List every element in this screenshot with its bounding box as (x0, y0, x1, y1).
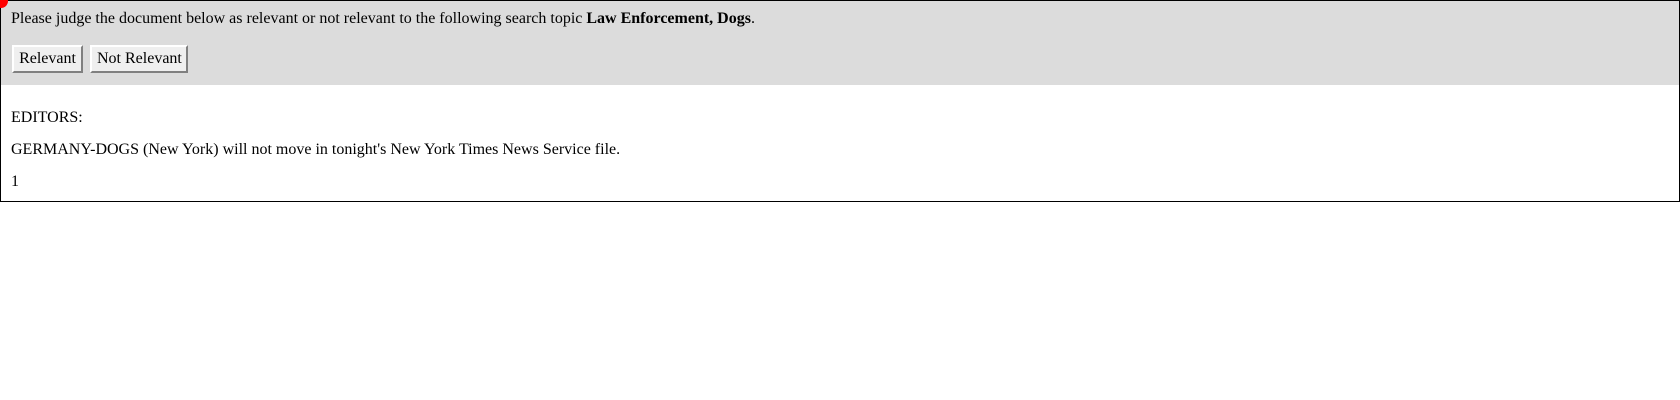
not-relevant-button[interactable]: Not Relevant (90, 45, 188, 73)
relevant-button[interactable]: Relevant (12, 45, 83, 73)
search-topic: Law Enforcement, Dogs (586, 10, 751, 27)
document-line: GERMANY-DOGS (New York) will not move in… (11, 141, 621, 158)
judgment-prompt: Please judge the document below as relev… (11, 10, 755, 28)
prompt-text: Please judge the document below as relev… (11, 10, 587, 27)
document-panel: EDITORS: GERMANY-DOGS (New York) will no… (0, 85, 1680, 202)
prompt-period: . (750, 10, 755, 27)
document-line: EDITORS: (11, 109, 83, 126)
document-line: 1 (11, 173, 19, 190)
judgment-panel: Please judge the document below as relev… (0, 0, 1680, 86)
